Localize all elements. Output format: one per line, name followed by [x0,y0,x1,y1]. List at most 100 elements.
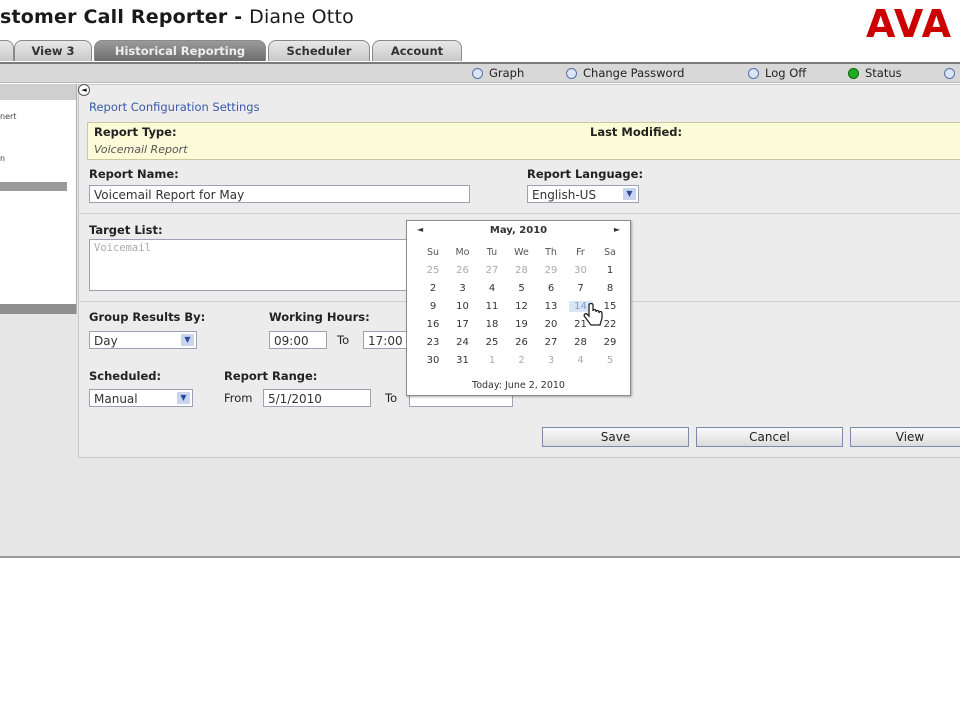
calendar-day[interactable]: 26 [510,337,534,348]
weekday-header: Th [545,247,557,258]
calendar-day[interactable]: 3 [539,355,563,366]
calendar-day[interactable]: 12 [510,301,534,312]
divider [79,213,960,214]
calendar-day[interactable]: 17 [451,319,475,330]
calendar-day[interactable]: 28 [510,265,534,276]
calendar-day[interactable]: 4 [480,283,504,294]
weekday-header: Fr [576,247,585,258]
save-button[interactable]: Save [542,427,689,447]
working-hours-from-input[interactable]: 09:00 [269,331,327,349]
calendar-day[interactable]: 10 [451,301,475,312]
graph-icon [472,68,483,79]
calendar-day[interactable]: 19 [510,319,534,330]
scheduled-select[interactable]: Manual ▼ [89,389,193,407]
weekday-header: We [514,247,529,258]
tab-scheduler[interactable]: Scheduler [268,40,370,61]
chevron-down-icon: ▼ [177,392,190,404]
tab-partial[interactable] [0,40,14,61]
status-icon [848,68,859,79]
to-label: To [337,333,350,347]
calendar-day[interactable]: 26 [451,265,475,276]
calendar-day[interactable]: 29 [598,337,622,348]
collapse-icon[interactable]: ◄ [78,84,90,96]
calendar-day[interactable]: 16 [421,319,445,330]
range-from-input[interactable]: 5/1/2010 [263,389,371,407]
calendar-day[interactable]: 4 [569,355,593,366]
graph-link[interactable]: Graph [472,65,524,81]
calendar-day[interactable]: 5 [598,355,622,366]
change-password-link[interactable]: Change Password [566,65,684,81]
calendar-day[interactable]: 2 [510,355,534,366]
working-hours-label: Working Hours: [269,310,370,324]
user-name: Diane Otto [249,6,354,28]
toolbar: Graph Change Password Log Off Status [0,64,960,83]
left-panel-item[interactable]: n [0,154,5,163]
calendar-day[interactable]: 1 [480,355,504,366]
calendar-day[interactable]: 30 [421,355,445,366]
calendar-day[interactable]: 27 [539,337,563,348]
calendar-day[interactable]: 30 [569,265,593,276]
calendar-day[interactable]: 25 [421,265,445,276]
calendar-day[interactable]: 27 [480,265,504,276]
tab-view-3[interactable]: View 3 [14,40,92,61]
help-icon [944,68,955,79]
tab-account[interactable]: Account [372,40,462,61]
calendar-day[interactable]: 6 [539,283,563,294]
calendar-day[interactable]: 31 [451,355,475,366]
weekday-header: Sa [604,247,616,258]
target-list-label: Target List: [89,223,163,237]
calendar-month-label: May, 2010 [489,225,548,236]
weekday-header: Mo [455,247,470,258]
calendar-day[interactable]: 9 [421,301,445,312]
calendar-day[interactable]: 13 [539,301,563,312]
chevron-down-icon: ▼ [181,334,194,346]
section-title: Report Configuration Settings [89,100,260,114]
report-range-label: Report Range: [224,369,318,383]
cancel-button[interactable]: Cancel [696,427,843,447]
app-title: stomer Call Reporter - Diane Otto [0,6,354,28]
report-language-select[interactable]: English-US ▼ [527,185,639,203]
calendar-day[interactable]: 20 [539,319,563,330]
weekday-header: Tu [486,247,498,258]
weekday-header: Su [426,247,440,258]
calendar-day[interactable]: 18 [480,319,504,330]
footer-divider [0,556,960,558]
calendar-day[interactable]: 28 [569,337,593,348]
report-name-input[interactable]: Voicemail Report for May [89,185,470,203]
report-type-value: Voicemail Report [94,143,188,156]
from-label: From [224,391,253,405]
help-link[interactable] [944,65,960,81]
report-type-label: Report Type: [94,125,177,139]
left-panel-item[interactable]: nert [0,112,16,121]
calendar-day[interactable]: 1 [598,265,622,276]
calendar-day[interactable]: 25 [480,337,504,348]
calendar-day[interactable]: 7 [569,283,593,294]
left-panel-selected-bar[interactable] [0,182,67,191]
status-link[interactable]: Status [848,65,902,81]
log-off-icon [748,68,759,79]
next-month-icon[interactable]: ► [614,225,620,234]
left-panel-header [0,84,76,100]
last-modified-label: Last Modified: [590,125,683,139]
calendar-day[interactable]: 2 [421,283,445,294]
tab-historical-reporting[interactable]: Historical Reporting [94,40,266,61]
group-results-select[interactable]: Day ▼ [89,331,197,349]
key-icon [566,68,577,79]
calendar-day[interactable]: 23 [421,337,445,348]
left-panel: nert n [0,84,77,314]
report-name-label: Report Name: [89,167,179,181]
calendar-today-link[interactable]: Today: June 2, 2010 [407,380,630,391]
calendar-day[interactable]: 24 [451,337,475,348]
log-off-link[interactable]: Log Off [748,65,806,81]
calendar-day[interactable]: 3 [451,283,475,294]
calendar-day[interactable]: 8 [598,283,622,294]
view-button[interactable]: View [850,427,960,447]
calendar-day[interactable]: 5 [510,283,534,294]
group-results-label: Group Results By: [89,310,206,324]
tab-bar: View 3 Historical Reporting Scheduler Ac… [0,38,960,64]
calendar-day[interactable]: 29 [539,265,563,276]
hand-cursor-icon [583,303,603,326]
left-panel-footer [0,304,76,314]
target-list-input[interactable]: Voicemail [89,239,407,291]
calendar-day[interactable]: 11 [480,301,504,312]
